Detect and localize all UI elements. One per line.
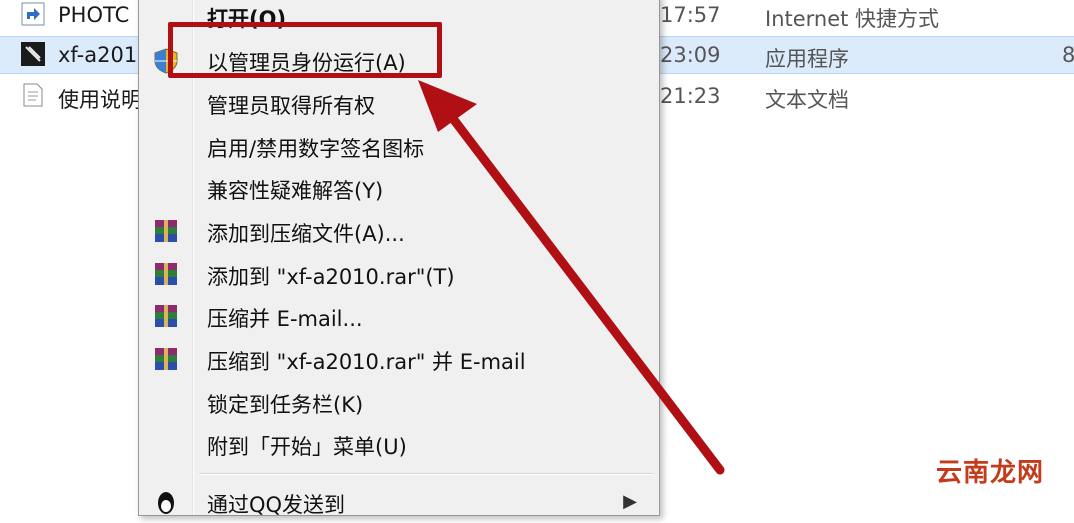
menu-item-label: 附到「开始」菜单(U): [207, 435, 407, 459]
menu-item-compress-rar-email[interactable]: 压缩到 "xf-a2010.rar" 并 E-mail: [139, 338, 659, 380]
text-file-icon: [20, 82, 46, 108]
menu-item-label: 压缩到 "xf-a2010.rar" 并 E-mail: [207, 350, 526, 374]
file-name: xf-a201: [58, 43, 138, 67]
winrar-icon: [151, 346, 181, 374]
file-time: 21:23: [660, 84, 721, 108]
file-type: 文本文档: [765, 88, 849, 112]
annotation-highlight-box: [168, 22, 442, 78]
qq-icon: [151, 489, 181, 517]
shortcut-icon: [20, 1, 46, 27]
winrar-icon: [151, 303, 181, 331]
file-time: 23:09: [660, 43, 721, 67]
file-size: 8: [1062, 43, 1074, 67]
menu-item-add-to-rar[interactable]: 添加到 "xf-a2010.rar"(T): [139, 253, 659, 295]
submenu-arrow-icon: ▶: [623, 491, 637, 512]
file-time: 17:57: [660, 3, 721, 27]
menu-item-label: 锁定到任务栏(K): [207, 393, 364, 417]
menu-item-label: 通过QQ发送到: [207, 493, 346, 517]
watermark: 云南龙网: [936, 458, 1045, 488]
menu-item-compress-email[interactable]: 压缩并 E-mail...: [139, 295, 659, 337]
file-name: 使用说明: [58, 88, 142, 112]
menu-item-label: 压缩并 E-mail...: [207, 307, 363, 331]
menu-separator: [199, 473, 653, 475]
menu-item-pin-taskbar[interactable]: 锁定到任务栏(K): [139, 381, 659, 423]
file-name: PHOTC: [58, 3, 130, 27]
menu-item-label: 添加到 "xf-a2010.rar"(T): [207, 265, 455, 289]
menu-item-signature-icon[interactable]: 启用/禁用数字签名图标: [139, 125, 659, 167]
menu-item-label: 兼容性疑难解答(Y): [207, 179, 384, 203]
file-type: Internet 快捷方式: [765, 7, 940, 31]
menu-item-send-via-qq[interactable]: 通过QQ发送到 ▶: [139, 481, 659, 523]
menu-item-pin-start[interactable]: 附到「开始」菜单(U): [139, 423, 659, 465]
menu-item-add-to-archive[interactable]: 添加到压缩文件(A)...: [139, 210, 659, 252]
menu-item-take-ownership[interactable]: 管理员取得所有权: [139, 82, 659, 124]
menu-item-compatibility[interactable]: 兼容性疑难解答(Y): [139, 167, 659, 209]
menu-item-label: 添加到压缩文件(A)...: [207, 222, 405, 246]
winrar-icon: [151, 218, 181, 246]
app-icon: [20, 41, 46, 67]
file-type: 应用程序: [765, 47, 849, 71]
winrar-icon: [151, 261, 181, 289]
menu-item-label: 启用/禁用数字签名图标: [207, 137, 425, 161]
menu-item-label: 管理员取得所有权: [207, 94, 375, 118]
